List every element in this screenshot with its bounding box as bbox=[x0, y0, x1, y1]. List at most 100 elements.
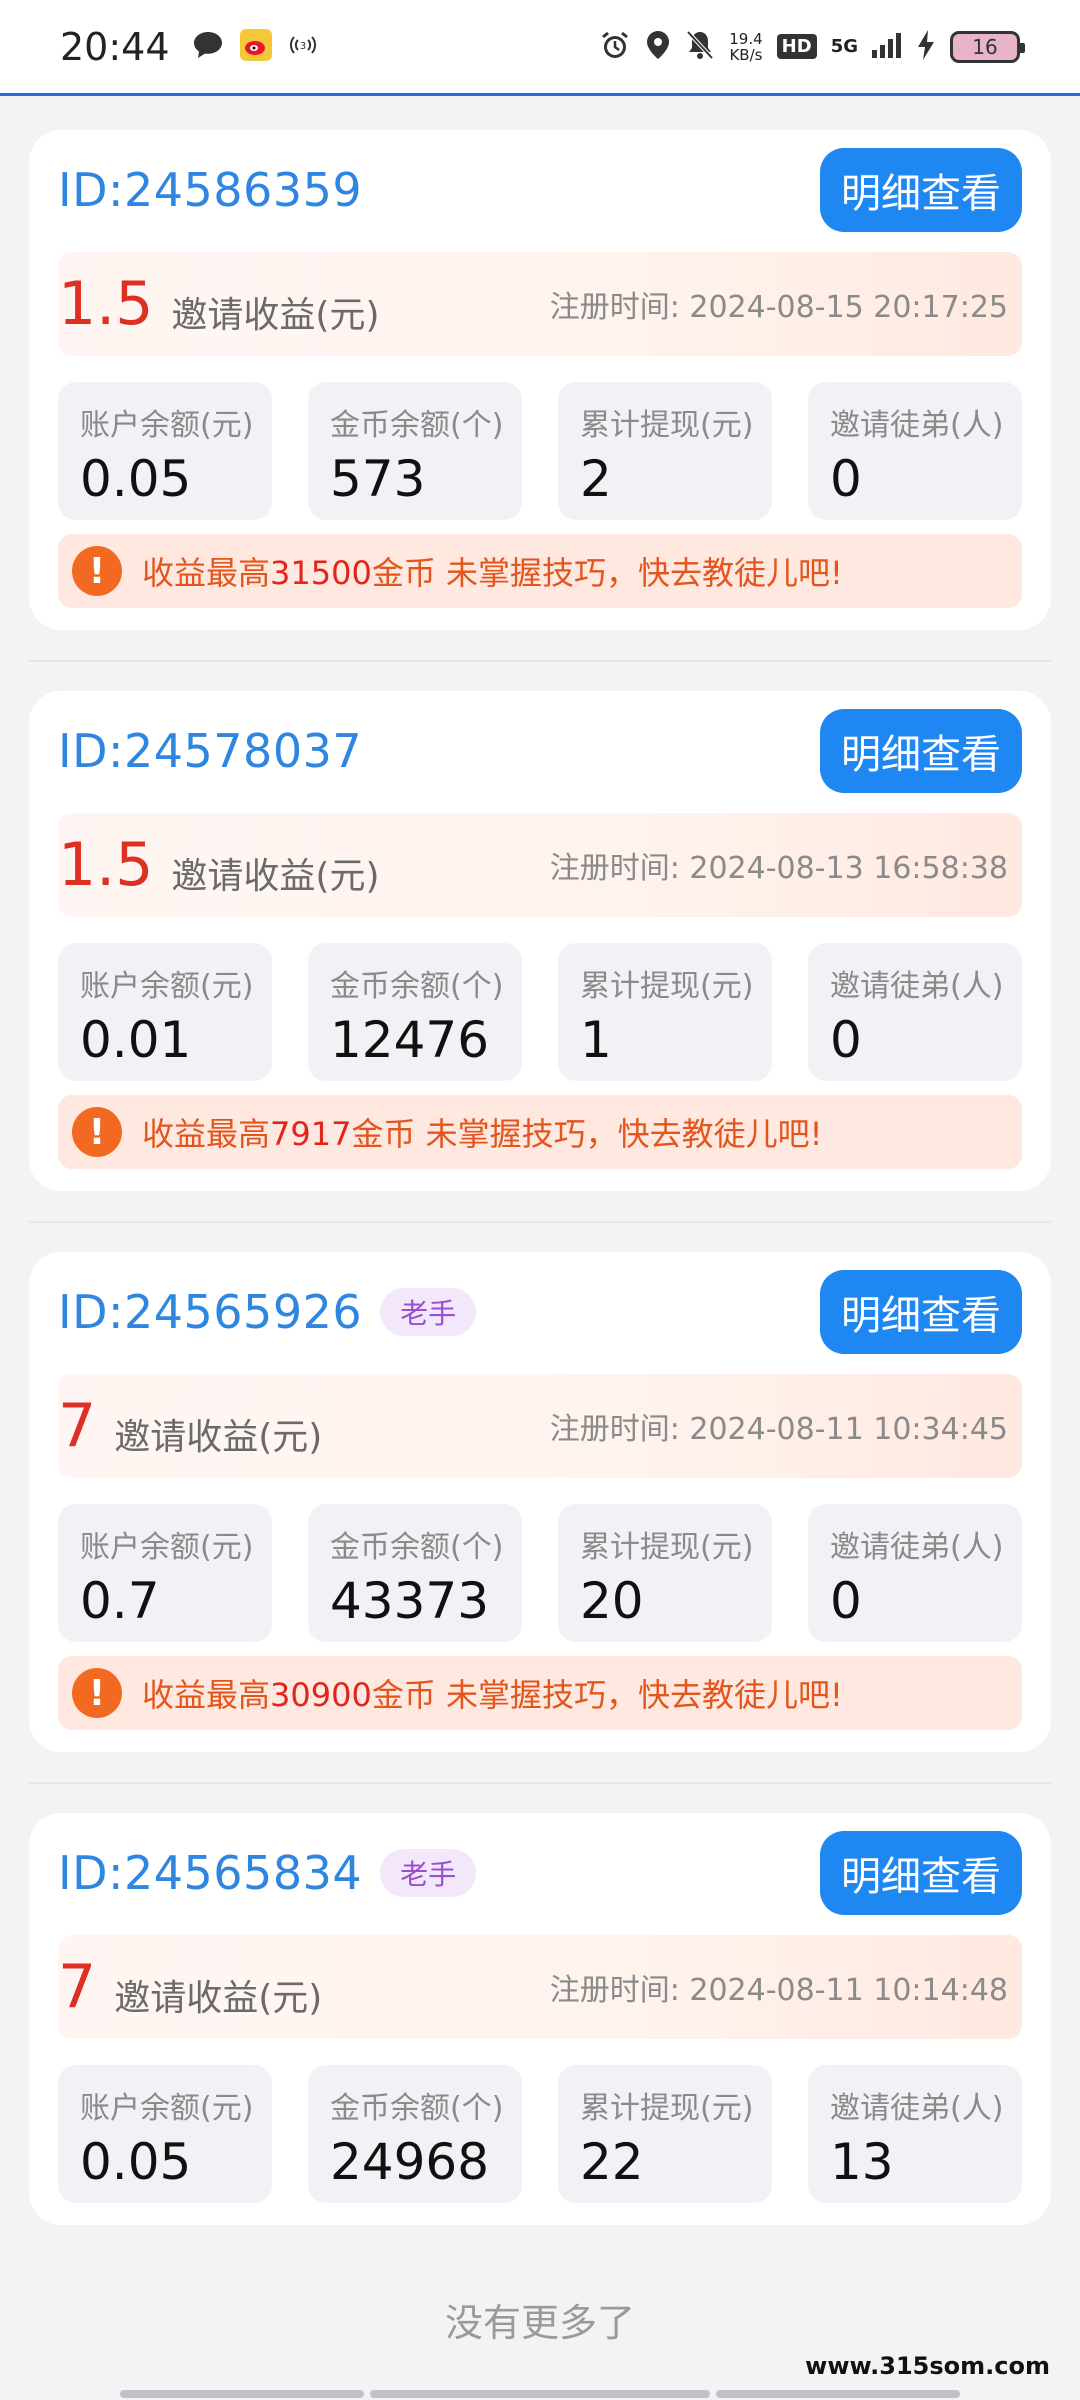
stat-invites: 邀请徒弟(人) 0 bbox=[808, 1504, 1022, 1642]
invitee-id: ID:24565834 bbox=[58, 1846, 363, 1900]
bottom-bar-segment bbox=[716, 2390, 960, 2398]
tip-banner: ! 收益最高7917金币 未掌握技巧，快去教徒儿吧! bbox=[58, 1095, 1022, 1169]
register-time-value: 2024-08-15 20:17:25 bbox=[689, 290, 1008, 325]
invitee-id: ID:24586359 bbox=[58, 163, 363, 217]
network-speed-value: 19.4 bbox=[729, 29, 763, 48]
stat-withdrawn: 累计提现(元) 22 bbox=[558, 2065, 772, 2203]
stat-balance: 账户余额(元) 0.05 bbox=[58, 2065, 272, 2203]
stat-label: 邀请徒弟(人) bbox=[830, 969, 1004, 1004]
invitee-card: ID:24565834 老手 明细查看 7 邀请收益(元) 注册时间: 2024… bbox=[29, 1813, 1051, 2225]
earning-label: 邀请收益(元) bbox=[114, 1417, 323, 1458]
tip-banner: ! 收益最高30900金币 未掌握技巧，快去教徒儿吧! bbox=[58, 1656, 1022, 1730]
register-time-value: 2024-08-13 16:58:38 bbox=[689, 851, 1008, 886]
invitee-id: ID:24578037 bbox=[58, 724, 363, 778]
tip-prefix: 收益最高 bbox=[142, 554, 271, 592]
view-detail-button[interactable]: 明细查看 bbox=[820, 148, 1022, 232]
register-time-label: 注册时间: bbox=[549, 1973, 690, 2008]
stat-invites: 邀请徒弟(人) 13 bbox=[808, 2065, 1022, 2203]
mute-bell-icon bbox=[685, 29, 715, 65]
earning-row: 7 邀请收益(元) 注册时间: 2024-08-11 10:34:45 bbox=[58, 1374, 1022, 1478]
stat-invites: 邀请徒弟(人) 0 bbox=[808, 943, 1022, 1081]
alarm-icon bbox=[599, 29, 631, 65]
stat-value: 0.01 bbox=[80, 1011, 192, 1069]
earning-amount: 7 bbox=[58, 1391, 97, 1461]
hotspot-icon: 3 bbox=[288, 31, 318, 63]
invitee-id: ID:24565926 bbox=[58, 1285, 363, 1339]
status-bar: 20:44 3 19.4 KB/s HD 5G 16 bbox=[0, 0, 1080, 96]
stat-label: 累计提现(元) bbox=[580, 969, 754, 1004]
charging-icon bbox=[916, 29, 936, 65]
stat-balance: 账户余额(元) 0.05 bbox=[58, 382, 272, 520]
stat-invites: 邀请徒弟(人) 0 bbox=[808, 382, 1022, 520]
stat-value: 24968 bbox=[330, 2133, 490, 2191]
earning-row: 7 邀请收益(元) 注册时间: 2024-08-11 10:14:48 bbox=[58, 1935, 1022, 2039]
watermark: www.315som.com bbox=[805, 2352, 1050, 2380]
stat-label: 金币余额(个) bbox=[330, 969, 504, 1004]
status-time: 20:44 bbox=[60, 24, 170, 69]
stat-coins: 金币余额(个) 12476 bbox=[308, 943, 522, 1081]
register-time-label: 注册时间: bbox=[549, 851, 690, 886]
register-time: 注册时间: 2024-08-13 16:58:38 bbox=[550, 843, 1008, 887]
stat-value: 0.05 bbox=[80, 2133, 192, 2191]
earning-label: 邀请收益(元) bbox=[171, 295, 380, 336]
stat-coins: 金币余额(个) 43373 bbox=[308, 1504, 522, 1642]
end-of-list-text: 没有更多了 bbox=[444, 2301, 635, 2345]
signal-icon bbox=[872, 32, 902, 62]
register-time: 注册时间: 2024-08-11 10:14:48 bbox=[550, 1965, 1008, 2009]
earning-amount: 1.5 bbox=[58, 830, 154, 900]
network-speed-unit: KB/s bbox=[729, 45, 763, 64]
stat-coins: 金币余额(个) 573 bbox=[308, 382, 522, 520]
warning-icon: ! bbox=[72, 1668, 122, 1718]
veteran-tag: 老手 bbox=[380, 1288, 477, 1336]
stat-label: 账户余额(元) bbox=[80, 969, 254, 1004]
network-type: 5G bbox=[830, 36, 858, 57]
stat-value: 0 bbox=[830, 1572, 862, 1630]
tip-text: 收益最高31500金币 未掌握技巧，快去教徒儿吧! bbox=[142, 548, 843, 594]
invitee-card: ID:24586359 明细查看 1.5 邀请收益(元) 注册时间: 2024-… bbox=[29, 130, 1051, 630]
battery-indicator: 16 bbox=[950, 30, 1025, 63]
divider bbox=[29, 660, 1051, 662]
stat-withdrawn: 累计提现(元) 20 bbox=[558, 1504, 772, 1642]
invitee-card: ID:24565926 老手 明细查看 7 邀请收益(元) 注册时间: 2024… bbox=[29, 1252, 1051, 1752]
stat-coins: 金币余额(个) 24968 bbox=[308, 2065, 522, 2203]
view-detail-button[interactable]: 明细查看 bbox=[820, 1270, 1022, 1354]
tip-max-coins: 31500 bbox=[270, 554, 372, 592]
stat-label: 邀请徒弟(人) bbox=[830, 408, 1004, 443]
stat-label: 累计提现(元) bbox=[580, 408, 754, 443]
stat-label: 邀请徒弟(人) bbox=[830, 1530, 1004, 1565]
stat-balance: 账户余额(元) 0.01 bbox=[58, 943, 272, 1081]
warning-icon: ! bbox=[72, 1107, 122, 1157]
divider bbox=[29, 1782, 1051, 1784]
register-time: 注册时间: 2024-08-15 20:17:25 bbox=[550, 282, 1008, 326]
view-detail-button[interactable]: 明细查看 bbox=[820, 709, 1022, 793]
register-time-label: 注册时间: bbox=[549, 290, 690, 325]
stat-value: 22 bbox=[580, 2133, 644, 2191]
stat-value: 2 bbox=[580, 450, 612, 508]
stat-balance: 账户余额(元) 0.7 bbox=[58, 1504, 272, 1642]
stat-value: 12476 bbox=[330, 1011, 490, 1069]
stat-value: 13 bbox=[830, 2133, 894, 2191]
tip-text: 收益最高7917金币 未掌握技巧，快去教徒儿吧! bbox=[142, 1109, 822, 1155]
stat-value: 0.05 bbox=[80, 450, 192, 508]
register-time-label: 注册时间: bbox=[549, 1412, 690, 1447]
stat-label: 累计提现(元) bbox=[580, 1530, 754, 1565]
stat-value: 20 bbox=[580, 1572, 644, 1630]
earning-label: 邀请收益(元) bbox=[114, 1978, 323, 2019]
stats-grid: 账户余额(元) 0.05 金币余额(个) 24968 累计提现(元) 22 邀请徒弟(… bbox=[58, 2065, 1022, 2203]
stats-grid: 账户余额(元) 0.05 金币余额(个) 573 累计提现(元) 2 邀请徒弟(人) 0 bbox=[58, 382, 1022, 520]
warning-icon: ! bbox=[72, 546, 122, 596]
earning-label: 邀请收益(元) bbox=[171, 856, 380, 897]
tip-suffix: 金币 未掌握技巧，快去教徒儿吧! bbox=[371, 554, 843, 592]
stat-label: 累计提现(元) bbox=[580, 2091, 754, 2126]
earning-row: 1.5 邀请收益(元) 注册时间: 2024-08-15 20:17:25 bbox=[58, 252, 1022, 356]
earning-row: 1.5 邀请收益(元) 注册时间: 2024-08-13 16:58:38 bbox=[58, 813, 1022, 917]
tip-suffix: 金币 未掌握技巧，快去教徒儿吧! bbox=[371, 1676, 843, 1714]
tip-suffix: 金币 未掌握技巧，快去教徒儿吧! bbox=[351, 1115, 823, 1153]
stats-grid: 账户余额(元) 0.7 金币余额(个) 43373 累计提现(元) 20 邀请徒弟(人… bbox=[58, 1504, 1022, 1642]
earning-amount: 7 bbox=[58, 1952, 97, 2022]
view-detail-button[interactable]: 明细查看 bbox=[820, 1831, 1022, 1915]
stat-value: 43373 bbox=[330, 1572, 490, 1630]
stat-withdrawn: 累计提现(元) 1 bbox=[558, 943, 772, 1081]
hd-badge: HD bbox=[776, 34, 817, 59]
stat-label: 金币余额(个) bbox=[330, 1530, 504, 1565]
